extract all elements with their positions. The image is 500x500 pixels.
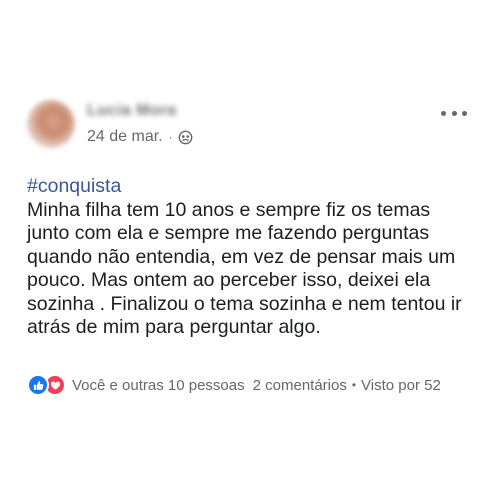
post-text-line: Minha filha tem 10 anos e sempre fiz os …	[27, 198, 431, 221]
post-date[interactable]: 24 de mar.	[87, 128, 163, 146]
post-text-line: junto com ela e sempre me fazendo pergun…	[27, 222, 430, 244]
author-name[interactable]: Lucia Mora	[87, 102, 176, 120]
post-text-line: atrás de mim para perguntar algo.	[27, 316, 321, 338]
post-footer: Você e outras 10 pessoas 2 comentários •…	[27, 373, 487, 397]
facebook-post: Lucia Mora 24 de mar. · #conquista Minha…	[0, 0, 500, 500]
reactors-text[interactable]: Você e outras 10 pessoas	[72, 377, 245, 394]
avatar[interactable]	[27, 100, 75, 148]
more-horizontal-icon[interactable]	[441, 106, 467, 120]
like-icon	[27, 374, 49, 396]
comments-count[interactable]: 2 comentários	[253, 377, 347, 394]
reactions-summary[interactable]	[27, 374, 66, 396]
views-count: Visto por 52	[361, 376, 441, 394]
group-icon	[178, 130, 193, 145]
post-header: Lucia Mora 24 de mar. ·	[27, 100, 477, 160]
meta-separator: ·	[168, 130, 173, 144]
hashtag-link[interactable]: #conquista	[27, 175, 477, 199]
post-text-line: pouco. Mas ontem ao perceber isso, deixe…	[27, 269, 431, 291]
post-text-line: sozinha . Finalizou o tema sozinha e nem…	[27, 292, 462, 315]
post-body: #conquista Minha filha tem 10 anos e sem…	[27, 175, 477, 340]
post-meta: 24 de mar. ·	[87, 128, 193, 146]
post-text-line: quando não entendia, em vez de pensar ma…	[27, 245, 456, 268]
footer-separator: •	[351, 378, 357, 392]
